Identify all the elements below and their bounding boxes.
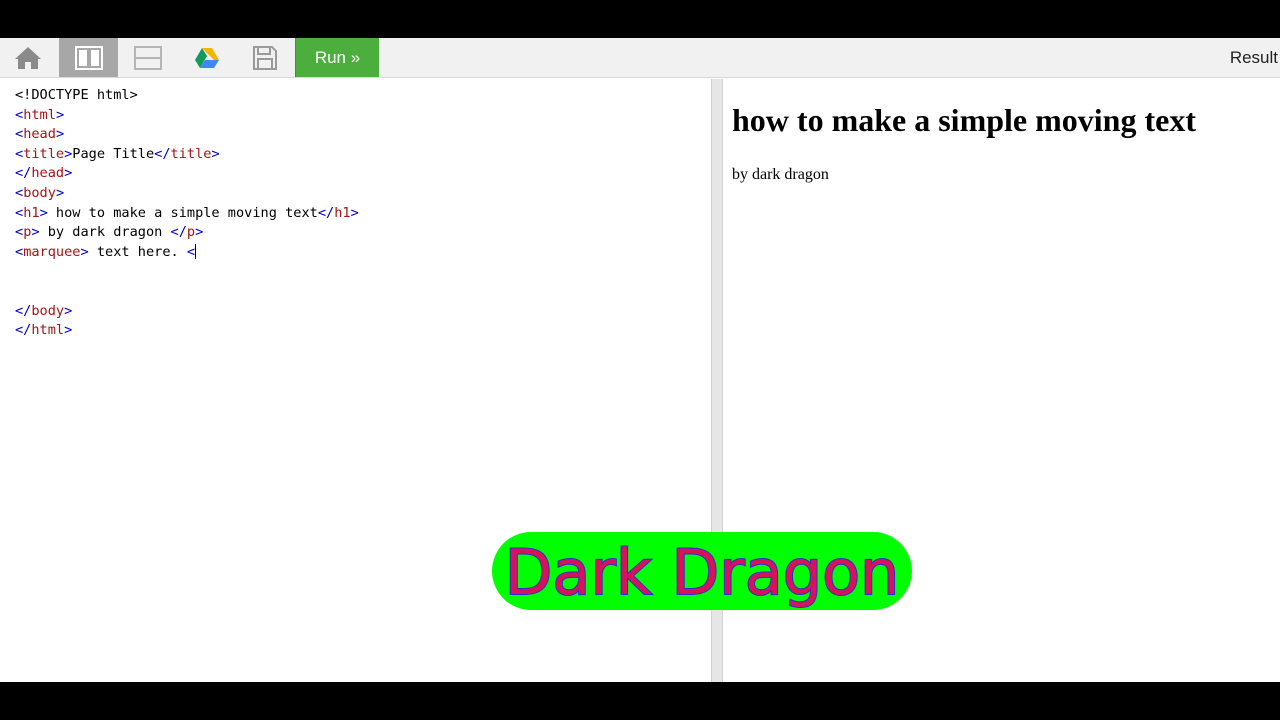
save-button[interactable]	[236, 38, 294, 77]
split-horizontal-icon	[133, 45, 162, 70]
google-drive-icon	[194, 47, 219, 68]
code-line: <title>Page Title</title>	[15, 145, 220, 162]
code-line: </head>	[15, 165, 73, 182]
result-paragraph: by dark dragon	[732, 166, 829, 183]
split-horizontal-button[interactable]	[118, 38, 177, 77]
code-line: <html>	[15, 106, 65, 123]
save-icon	[253, 45, 277, 70]
code-line: <p> by dark dragon </p>	[15, 224, 204, 241]
code-line: </html>	[15, 322, 73, 339]
text-cursor	[195, 244, 197, 260]
home-icon	[15, 46, 41, 69]
result-label: Result	[1229, 48, 1278, 67]
code-line: <marquee> text here. <	[15, 243, 197, 260]
code-line: <h1> how to make a simple moving text</h…	[15, 204, 359, 221]
home-button[interactable]	[0, 38, 56, 77]
code-line: </body>	[15, 302, 73, 319]
watermark-text-svg: Dark Dragon	[504, 535, 901, 610]
google-drive-button[interactable]	[177, 38, 236, 77]
split-vertical-icon	[74, 45, 103, 70]
code-line: <!DOCTYPE html>	[15, 87, 138, 103]
watermark-text: Dark Dragon	[505, 536, 900, 609]
code-line: <body>	[15, 185, 65, 201]
watermark-badge: Dark Dragon	[492, 532, 912, 610]
code-line: <head>	[15, 126, 65, 143]
result-heading: how to make a simple moving text	[732, 102, 1196, 138]
toolbar: Run » Result	[0, 38, 1280, 78]
run-button[interactable]: Run »	[295, 38, 379, 77]
split-vertical-button[interactable]	[59, 38, 118, 77]
